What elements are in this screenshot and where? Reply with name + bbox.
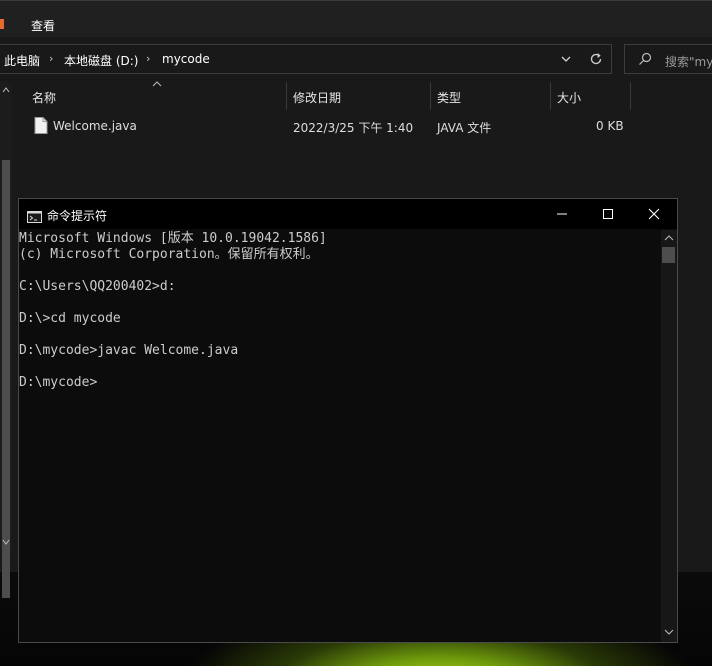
sort-ascending-icon [152, 81, 162, 87]
file-modified-date: 2022/3/25 下午 1:40 [293, 121, 414, 135]
console-prompt-line: D:\mycode> [19, 375, 98, 390]
chevron-down-icon[interactable] [556, 49, 576, 69]
command-prompt-title: 命令提示符 [47, 209, 108, 223]
breadcrumb-this-pc[interactable]: 此电脑 [4, 52, 40, 69]
ribbon-tab-edge[interactable] [0, 19, 4, 29]
column-divider[interactable] [550, 82, 551, 110]
tab-view[interactable]: 查看 [31, 17, 55, 34]
breadcrumb-separator-icon[interactable]: › [49, 52, 53, 65]
column-divider[interactable] [630, 82, 631, 110]
minimize-icon [557, 213, 567, 215]
command-prompt-titlebar[interactable]: 命令提示符 [19, 199, 677, 229]
scroll-up-icon[interactable] [2, 86, 10, 94]
console-line: D:\>cd mycode [19, 311, 121, 326]
command-prompt-window[interactable]: 命令提示符 Microsoft Windows [版本 10.0.19042.1… [18, 198, 678, 643]
console-line: C:\Users\QQ200402>d: [19, 279, 176, 294]
console-line: D:\mycode>javac Welcome.java [19, 343, 239, 358]
console-scroll-thumb[interactable] [662, 247, 675, 263]
ribbon-bar: 查看 [0, 0, 712, 37]
file-name[interactable]: Welcome.java [53, 119, 137, 133]
search-placeholder: 搜索"my [665, 55, 712, 69]
search-box[interactable]: 搜索"my [624, 44, 712, 74]
column-header-size[interactable]: 大小 [557, 89, 581, 106]
cmd-icon [27, 208, 42, 227]
console-output[interactable]: Microsoft Windows [版本 10.0.19042.1586] (… [19, 230, 661, 642]
console-line: Microsoft Windows [版本 10.0.19042.1586] [19, 231, 327, 246]
minimize-button[interactable] [539, 199, 585, 229]
screen: 查看 此电脑 › 本地磁盘 (D:) › mycode 搜索"my 名称 修改日… [0, 0, 712, 666]
console-line: (c) Microsoft Corporation。保留所有权利。 [19, 247, 319, 262]
scroll-down-icon[interactable] [664, 628, 674, 636]
refresh-icon[interactable] [586, 49, 606, 69]
address-bar[interactable]: 此电脑 › 本地磁盘 (D:) › mycode [0, 44, 612, 74]
column-header-name[interactable]: 名称 [32, 89, 56, 106]
navigation-pane-scrollbar[interactable] [0, 82, 12, 598]
breadcrumb-mycode[interactable]: mycode [162, 52, 210, 66]
close-button[interactable] [631, 199, 677, 229]
console-scrollbar[interactable] [661, 230, 677, 642]
column-header-type[interactable]: 类型 [437, 89, 461, 106]
breadcrumb-separator-icon[interactable]: › [146, 52, 150, 65]
column-divider[interactable] [430, 82, 431, 110]
breadcrumb-drive-d[interactable]: 本地磁盘 (D:) [64, 52, 138, 69]
close-icon [648, 208, 660, 220]
column-divider[interactable] [286, 82, 287, 110]
scroll-up-icon[interactable] [664, 234, 674, 242]
column-header-date[interactable]: 修改日期 [293, 89, 341, 106]
scroll-down-icon[interactable] [2, 538, 10, 546]
maximize-icon [603, 209, 613, 219]
file-row-welcome-java[interactable]: Welcome.java 2022/3/25 下午 1:40 JAVA 文件 0… [24, 114, 644, 138]
maximize-button[interactable] [585, 199, 631, 229]
file-icon [34, 117, 48, 138]
file-type: JAVA 文件 [437, 121, 492, 135]
search-icon [637, 51, 653, 71]
navigation-pane-scroll-thumb[interactable] [2, 160, 10, 598]
file-size: 0 KB [596, 119, 624, 133]
